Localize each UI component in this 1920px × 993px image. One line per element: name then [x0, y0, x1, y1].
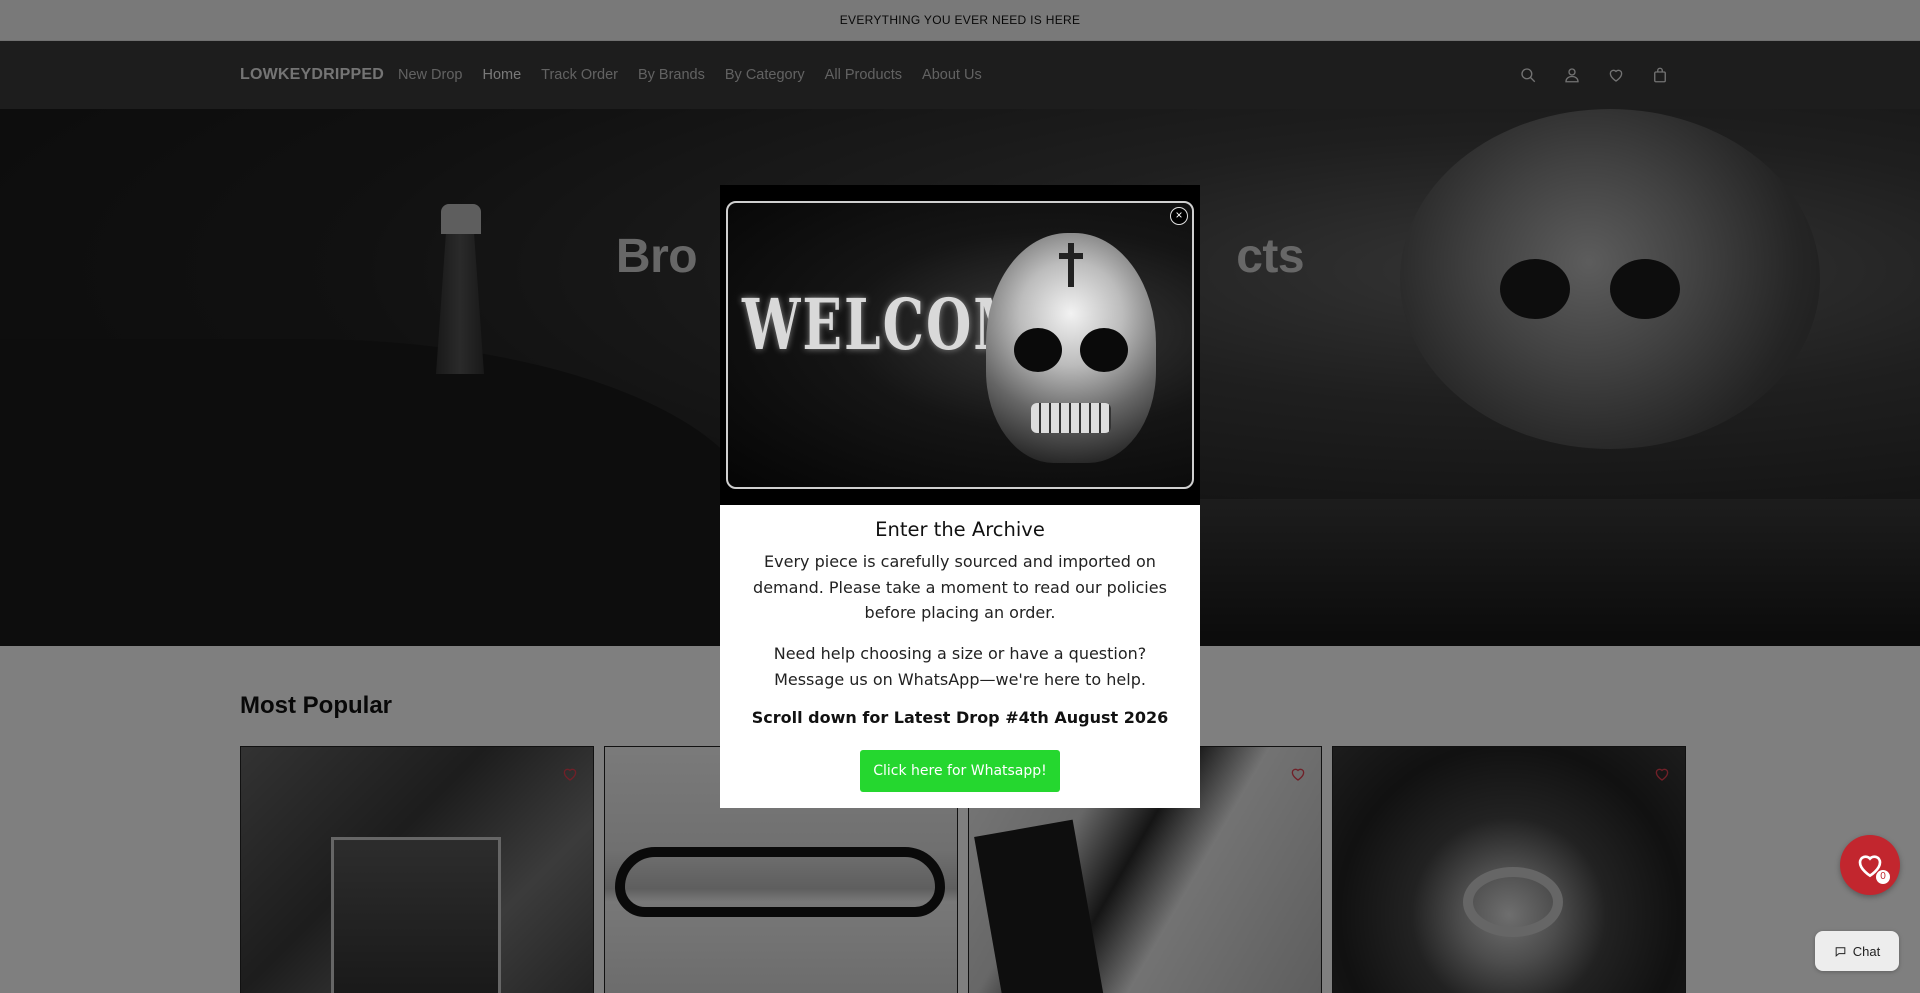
close-icon[interactable]: × [1170, 207, 1188, 225]
skull-image [986, 233, 1156, 463]
chat-button[interactable]: Chat [1815, 931, 1899, 971]
cross-icon [1059, 243, 1083, 287]
modal-title: Enter the Archive [875, 518, 1045, 541]
wishlist-count-badge: 0 [1876, 870, 1890, 884]
skull-teeth [1031, 403, 1111, 433]
chat-bubble-icon [1835, 946, 1846, 957]
welcome-modal: WELCOME × Enter the Archive Every piece … [720, 185, 1200, 808]
modal-help-text: Need help choosing a size or have a ques… [773, 644, 1147, 689]
skull-eye [1080, 328, 1128, 372]
chat-label: Chat [1852, 943, 1881, 959]
wishlist-floating-button[interactable]: 0 [1840, 835, 1900, 895]
welcome-banner-image: WELCOME [726, 201, 1194, 489]
modal-description: Every piece is carefully sourced and imp… [753, 552, 1167, 622]
modal-drop-notice: Scroll down for Latest Drop #4th August … [751, 708, 1169, 727]
modal-banner: WELCOME × [720, 185, 1200, 505]
skull-eye [1014, 328, 1062, 372]
whatsapp-button[interactable]: Click here for Whatsapp! [860, 750, 1060, 792]
